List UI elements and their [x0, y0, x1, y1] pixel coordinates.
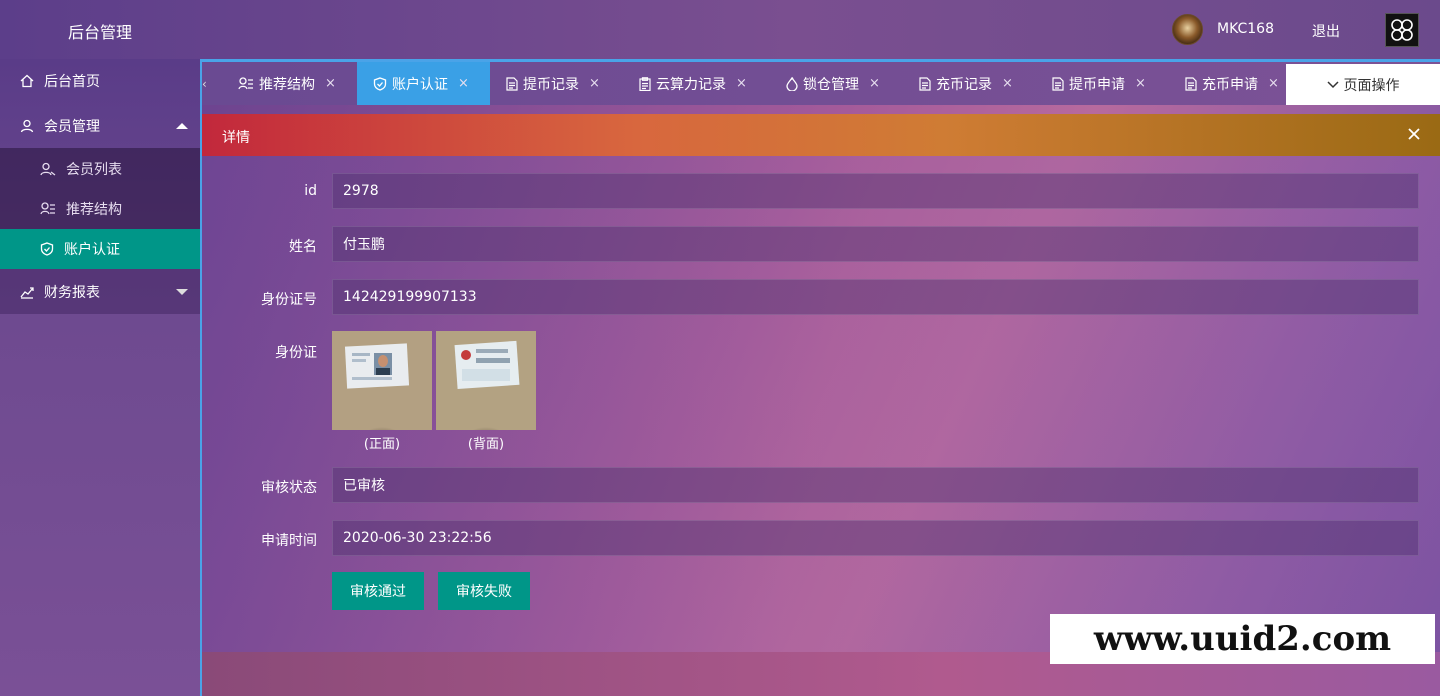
referral-icon [238, 76, 253, 89]
reject-button[interactable]: 审核失败 [438, 572, 530, 610]
field-label-apply-time: 申请时间 [261, 533, 317, 549]
id-card-front-caption: (正面) [363, 437, 401, 452]
close-icon[interactable]: × [869, 76, 880, 91]
drop-icon [786, 76, 798, 91]
page-operations-label: 页面操作 [1343, 77, 1400, 94]
approve-button[interactable]: 审核通过 [332, 572, 424, 610]
close-icon[interactable]: × [1268, 76, 1279, 91]
document-icon [1052, 76, 1064, 91]
id-number-value: 142429199907133 [343, 289, 477, 305]
close-icon[interactable]: × [325, 76, 336, 91]
tab-deposit-records[interactable]: 充币记录 × [903, 62, 1036, 105]
sidebar-item-label: 推荐结构 [66, 202, 122, 218]
watermark-text: www.uuid2.com [1050, 614, 1435, 664]
detail-title: 详情 [222, 130, 250, 146]
shield-check-icon [40, 242, 54, 256]
sidebar-item-member-list[interactable]: 会员列表 [0, 149, 200, 189]
clover-logo-icon[interactable] [1385, 13, 1419, 47]
tab-label: 提币记录 [523, 76, 579, 93]
tab-withdraw-requests[interactable]: 提币申请 × [1036, 62, 1169, 105]
shield-check-icon [373, 76, 387, 91]
tab-label: 云算力记录 [656, 76, 726, 93]
apply-time-field[interactable]: 2020-06-30 23:22:56 [332, 520, 1419, 556]
tab-label: 充币记录 [936, 76, 992, 93]
sidebar-item-referral[interactable]: 推荐结构 [0, 189, 200, 229]
sidebar-submenu-members: 会员列表 推荐结构 账户认证 [0, 148, 200, 269]
page-operations-dropdown[interactable]: 页面操作 [1286, 64, 1440, 105]
caret-up-icon [176, 123, 188, 129]
tab-referral[interactable]: 推荐结构 × [222, 62, 357, 105]
tab-deposit-requests[interactable]: 充币申请 × [1169, 62, 1286, 105]
tab-label: 锁仓管理 [803, 76, 859, 93]
sidebar-item-account-verify[interactable]: 账户认证 [0, 229, 200, 269]
id-card-back-image[interactable] [436, 331, 536, 430]
sidebar: 后台首页 会员管理 会员列表 推荐结构 账户认证 财务报表 [0, 59, 200, 696]
sidebar-item-members[interactable]: 会员管理 [0, 104, 200, 148]
sidebar-item-home[interactable]: 后台首页 [0, 59, 200, 103]
top-header: 后台管理 MKC168 退出 [0, 0, 1440, 59]
tab-label: 充币申请 [1202, 76, 1258, 93]
sidebar-item-label: 会员列表 [66, 162, 122, 178]
name-value: 付玉鹏 [343, 237, 385, 253]
chevron-down-icon [1326, 80, 1339, 88]
sidebar-item-finance[interactable]: 财务报表 [0, 269, 200, 314]
tab-label: 提币申请 [1069, 76, 1125, 93]
tab-cloud-power-records[interactable]: 云算力记录 × [623, 62, 770, 105]
tab-account-verify[interactable]: 账户认证 × [357, 62, 490, 105]
id-field[interactable]: 2978 [332, 173, 1419, 209]
id-value: 2978 [343, 183, 379, 199]
logout-link[interactable]: 退出 [1312, 21, 1340, 41]
sidebar-item-label: 会员管理 [44, 119, 100, 135]
tab-label: 推荐结构 [259, 76, 315, 93]
document-icon [506, 76, 518, 91]
user-icon [20, 119, 34, 133]
document-icon [1185, 76, 1197, 91]
tab-withdraw-records[interactable]: 提币记录 × [490, 62, 623, 105]
detail-header: 详情 [202, 114, 1440, 156]
user-name[interactable]: MKC168 [1217, 21, 1274, 37]
field-label-id: id [304, 183, 317, 199]
field-label-id-number: 身份证号 [261, 292, 317, 308]
tab-lock-management[interactable]: 锁仓管理 × [770, 62, 903, 105]
close-icon[interactable]: × [458, 76, 469, 91]
finance-chart-icon [20, 286, 34, 299]
id-card-back-caption: (背面) [467, 437, 505, 452]
sidebar-item-label: 财务报表 [44, 284, 100, 301]
sidebar-item-label: 账户认证 [64, 242, 120, 258]
close-icon[interactable]: × [736, 76, 747, 91]
tab-scroll-left-icon[interactable]: ‹ [202, 77, 207, 91]
review-status-value: 已审核 [343, 478, 385, 494]
name-field[interactable]: 付玉鹏 [332, 226, 1419, 262]
apply-time-value: 2020-06-30 23:22:56 [343, 530, 492, 546]
id-number-field[interactable]: 142429199907133 [332, 279, 1419, 315]
document-icon [919, 76, 931, 91]
review-status-field[interactable]: 已审核 [332, 467, 1419, 503]
sidebar-item-label: 后台首页 [44, 74, 100, 90]
referral-icon [40, 202, 55, 215]
app-title: 后台管理 [68, 23, 133, 42]
user-avatar[interactable] [1172, 14, 1203, 45]
id-card-front-image[interactable] [332, 331, 432, 430]
user-list-icon [40, 162, 56, 176]
home-icon [20, 74, 34, 88]
tab-label: 账户认证 [392, 76, 448, 93]
close-icon[interactable]: × [1002, 76, 1013, 91]
field-label-id-card: 身份证 [275, 345, 317, 361]
clipboard-icon [639, 76, 651, 91]
close-icon[interactable]: × [1135, 76, 1146, 91]
caret-down-icon [176, 289, 188, 295]
field-label-name: 姓名 [289, 239, 317, 255]
close-icon[interactable] [1404, 124, 1424, 148]
close-icon[interactable]: × [589, 76, 600, 91]
field-label-status: 审核状态 [261, 480, 317, 496]
